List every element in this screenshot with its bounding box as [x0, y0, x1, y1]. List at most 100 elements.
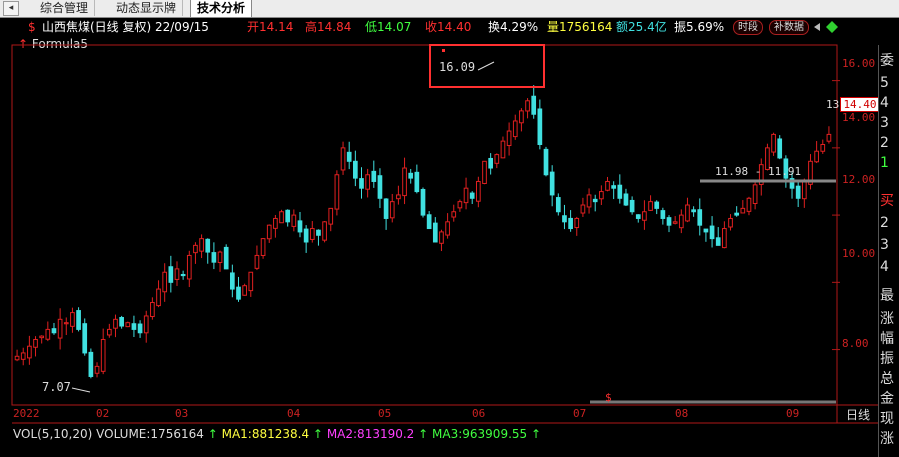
period-label[interactable]: 日线 — [846, 406, 870, 423]
candle-body — [599, 191, 604, 200]
candle-body — [654, 201, 660, 209]
candle-body — [137, 323, 143, 334]
candle-body — [709, 225, 715, 240]
right-panel-label: 3 — [880, 115, 889, 131]
vol-ma2: MA2:813190.2 — [326, 427, 415, 441]
candle-body — [14, 355, 20, 361]
candle-body — [568, 217, 573, 230]
current-price-small: 13 — [826, 98, 840, 111]
low-annotation: 7.07 — [42, 380, 71, 394]
candle-body — [795, 185, 801, 199]
candle-body — [82, 323, 88, 354]
candle-body — [383, 198, 389, 219]
candle-body — [180, 273, 186, 277]
y-tick-10: 10.00 — [842, 247, 876, 260]
candle-body — [322, 221, 327, 241]
right-panel-stat-label: 金 — [880, 391, 894, 407]
x-tick-07: 07 — [573, 407, 587, 420]
x-tick-05: 05 — [378, 407, 392, 420]
candle-body — [340, 147, 346, 171]
vol-indicator-name: VOL(5,10,20) — [13, 427, 93, 441]
candle-body — [445, 221, 450, 236]
candle-body — [826, 133, 832, 142]
candle-body — [33, 338, 38, 348]
chart-frame — [11, 44, 838, 406]
candle-body — [685, 204, 690, 222]
candle-body — [519, 110, 524, 124]
candle-body — [715, 237, 721, 246]
candle-body — [223, 246, 229, 270]
x-tick-06: 06 — [472, 407, 486, 420]
vol-volume: VOLUME:1756164 — [96, 427, 204, 441]
candle-body — [771, 133, 776, 153]
candle-body — [752, 184, 758, 205]
arrow-up-icon: ↑ — [418, 427, 429, 441]
candle-body — [457, 201, 463, 209]
candle-body — [106, 328, 112, 336]
candle-body — [629, 199, 635, 213]
y-tick-8: 8.00 — [842, 337, 869, 350]
candle-body — [494, 154, 500, 164]
candle-body — [722, 228, 727, 249]
candle-body — [549, 171, 555, 196]
candle-body — [76, 310, 81, 330]
high-annotation: 16.09 — [439, 60, 476, 74]
candle-body — [537, 108, 543, 145]
candle-body — [389, 201, 395, 219]
y-tick-16: 16.00 — [842, 57, 876, 70]
candle-body — [605, 180, 610, 191]
candle-body — [697, 209, 703, 226]
candle-body — [39, 335, 45, 339]
x-tick-09: 09 — [786, 407, 800, 420]
candle-body — [125, 322, 131, 328]
candle-body — [439, 231, 444, 244]
candle-body — [113, 318, 118, 329]
candle-body — [426, 214, 432, 230]
candle-body — [746, 197, 752, 212]
candle-body — [260, 238, 266, 257]
right-panel-stat-label: 最 — [880, 288, 894, 304]
candle-body — [611, 185, 617, 189]
y-tick-12: 12.00 — [842, 173, 876, 186]
candle-body — [279, 211, 284, 224]
candle-body — [420, 188, 426, 216]
candle-body — [648, 201, 653, 211]
candle-body — [150, 302, 155, 318]
x-tick-2022: 2022 — [13, 407, 40, 420]
candle-body — [27, 345, 32, 359]
right-panel-label: 买 — [880, 193, 894, 209]
candle-body — [402, 167, 407, 197]
dollar-marker-icon: $ — [605, 391, 612, 404]
candle-body — [801, 180, 807, 200]
candle-body — [291, 214, 297, 227]
right-panel-stat-label: 幅 — [880, 331, 894, 347]
right-panel-label: 4 — [880, 95, 889, 111]
candle-body — [199, 238, 204, 252]
candle-body — [451, 211, 457, 218]
arrow-up-icon: ↑ — [312, 427, 323, 441]
candle-body — [94, 365, 100, 374]
candle-body — [248, 271, 254, 292]
candle-body — [211, 252, 217, 263]
candle-body — [359, 178, 364, 189]
candle-body — [531, 95, 537, 115]
range-annotation: 11.98 - 11.91 — [715, 165, 802, 178]
candle-body — [119, 317, 124, 327]
candle-body — [703, 228, 709, 233]
candle-body — [143, 315, 149, 334]
right-panel-stat-label: 涨 — [880, 311, 894, 327]
x-tick-02: 02 — [96, 407, 110, 420]
candle-body — [642, 211, 647, 221]
candle-body — [297, 220, 303, 233]
candle-body — [186, 254, 192, 280]
candle-body — [586, 194, 592, 208]
candle-body — [814, 150, 819, 163]
candle-body — [266, 224, 272, 240]
candle-body — [463, 187, 469, 204]
candle-body — [377, 175, 383, 199]
candle-body — [353, 160, 358, 179]
candle-body — [205, 238, 211, 253]
arrow-up-icon: ↑ — [207, 427, 218, 441]
candle-body — [229, 272, 235, 290]
candle-body — [57, 318, 63, 339]
